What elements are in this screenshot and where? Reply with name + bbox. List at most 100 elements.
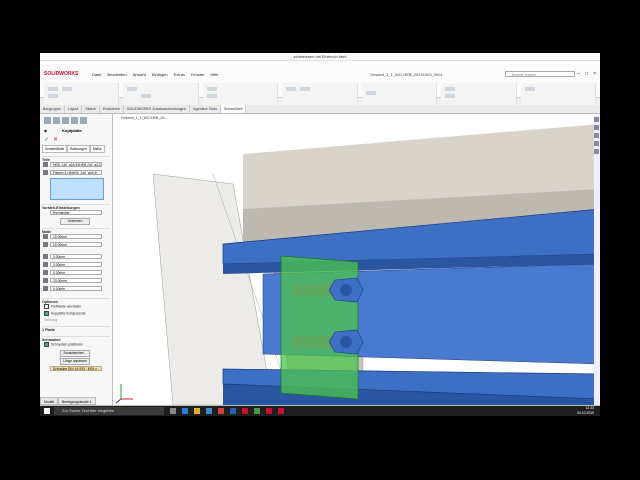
ribbon-group[interactable] xyxy=(441,83,517,105)
reverse-button[interactable]: Umkehren xyxy=(60,218,90,225)
edge-icon[interactable] xyxy=(182,408,188,414)
tab-model[interactable]: Modell xyxy=(40,397,58,405)
dim-field[interactable]: 20.00mm xyxy=(50,234,102,239)
store-icon[interactable] xyxy=(206,408,212,414)
dim-field[interactable]: 20.00mm xyxy=(50,242,102,247)
tab-evaluate[interactable]: Evaluieren xyxy=(100,105,124,113)
task-pane-icon[interactable] xyxy=(594,117,599,122)
dim-field[interactable]: 0.00mm xyxy=(50,262,102,267)
ribbon-group[interactable] xyxy=(44,83,120,105)
tab-sketch[interactable]: Skizze xyxy=(82,105,100,113)
task-pane-icon[interactable] xyxy=(594,149,599,154)
subtab-weldments[interactable]: Schweißteile xyxy=(42,145,68,153)
dim-icon xyxy=(43,262,48,267)
menu-help[interactable]: Hilfe xyxy=(211,72,219,77)
window-controls: – □ × xyxy=(577,71,596,77)
cancel-button[interactable]: ✕ xyxy=(53,136,58,143)
task-pane-bar xyxy=(594,114,600,405)
property-manager-icon[interactable] xyxy=(53,117,60,124)
dim-icon xyxy=(43,270,48,275)
dim-field[interactable]: 20.00mm xyxy=(50,278,102,283)
panel-toolbar xyxy=(44,117,87,124)
dimxpert-icon[interactable] xyxy=(71,117,78,124)
taskbar-search-input[interactable]: Zur Suche Text hier eingeben xyxy=(54,407,164,415)
dim-icon xyxy=(43,234,48,239)
option-label: Profilseite wechseln xyxy=(51,304,81,309)
task-pane-icon[interactable] xyxy=(594,133,599,138)
extra-tabs-button[interactable]: Zusatzlaschen... xyxy=(60,350,90,357)
feature-tree-icon[interactable] xyxy=(44,117,51,124)
tab-motion-study[interactable]: Bewegungsstudie 1 xyxy=(58,397,96,405)
tab-weldments[interactable]: Schweißteil xyxy=(221,105,247,113)
app-icon[interactable] xyxy=(254,408,260,414)
menu-file[interactable]: Datei xyxy=(92,72,101,77)
menu-bar: SOLIDWORKS Datei Bearbeiten Ansicht Einf… xyxy=(40,61,600,105)
bolt-select[interactable]: Schraube DIN 16-933 - M24 x xyxy=(50,366,102,371)
ribbon-group[interactable] xyxy=(282,83,358,105)
ok-button[interactable]: ✓ xyxy=(44,136,49,143)
windows-start-icon[interactable] xyxy=(44,408,50,414)
subtab-dimensions[interactable]: Maße xyxy=(89,145,105,153)
solidworks-taskbar-icon[interactable] xyxy=(242,408,248,414)
miter-label: Gehrung xyxy=(44,318,58,322)
dim-field[interactable]: 0.00mm xyxy=(50,254,102,259)
command-manager-tabs: Baugruppe Layout Skizze Evaluieren SOLID… xyxy=(40,105,600,114)
ribbon-group[interactable] xyxy=(361,83,438,105)
model-view xyxy=(115,124,600,405)
ribbon-group[interactable] xyxy=(123,83,199,105)
ribbon-group[interactable] xyxy=(520,83,596,105)
tab-addins[interactable]: SOLIDWORKS Zusatzanwendungen xyxy=(124,105,190,113)
property-manager: ◆ Kopfplatte ✓ ✕ Schweißteile Bohrungen … xyxy=(40,114,113,405)
offset-select[interactable]: Rechteckig xyxy=(50,210,102,215)
configuration-icon[interactable] xyxy=(62,117,69,124)
panel-subtabs: Schweißteile Bohrungen Maße xyxy=(42,145,105,153)
solidworks-logo: SOLIDWORKS xyxy=(44,71,79,77)
ribbon-group[interactable] xyxy=(202,83,279,105)
explorer-icon[interactable] xyxy=(194,408,200,414)
menu-edit[interactable]: Bearbeiten xyxy=(107,72,126,77)
panel-title: Kopfplatte xyxy=(62,128,82,133)
dim-icon xyxy=(43,286,48,291)
document-title: Gesamt_1_1_WO-HEB_20191003_0001 xyxy=(370,72,443,77)
solidworks-taskbar-icon[interactable] xyxy=(278,408,284,414)
part-field-2[interactable]: Fläche<1>@HEB_240_a01(4) xyxy=(50,170,102,175)
app-icon[interactable] xyxy=(230,408,236,414)
dim-field[interactable]: 0.00mm xyxy=(50,270,102,275)
maximize-button[interactable]: □ xyxy=(585,71,588,77)
windows-taskbar: Zur Suche Text hier eingeben 12:33 03.10… xyxy=(40,406,600,416)
face-icon xyxy=(43,170,48,175)
menu-window[interactable]: Fenster xyxy=(191,72,205,77)
subtab-holes[interactable]: Bohrungen xyxy=(67,145,90,153)
tab-layout[interactable]: Layout xyxy=(65,105,83,113)
close-button[interactable]: × xyxy=(593,71,596,77)
menu-view[interactable]: Ansicht xyxy=(133,72,146,77)
end-plate xyxy=(280,255,359,400)
command-search-input[interactable]: Befehle suchen xyxy=(505,71,575,77)
solidworks-window: schweissen mit Einbruch.html SOLIDWORKS … xyxy=(40,53,600,415)
dim-field[interactable]: 0.00mm xyxy=(50,286,102,291)
adjust-length-button[interactable]: Länge anpassen xyxy=(60,358,90,365)
graphics-viewport[interactable]: Gesamt_1_1_WO-HEB_20... xyxy=(113,114,600,405)
endcap-icon: ◆ xyxy=(44,128,48,133)
window-title: schweissen mit Einbruch.html xyxy=(293,54,347,59)
dim-icon xyxy=(43,278,48,283)
menu-insert[interactable]: Einfügen xyxy=(152,72,168,77)
tab-engineering-tools[interactable]: Ingenieur Tools xyxy=(190,105,222,113)
selection-listbox[interactable] xyxy=(50,178,104,200)
task-pane-icon[interactable] xyxy=(594,141,599,146)
bolt-checkbox[interactable]: Schrauben platzieren xyxy=(44,342,83,347)
app-icon[interactable] xyxy=(218,408,224,414)
menu-tools[interactable]: Extras xyxy=(174,72,185,77)
part-field-1[interactable]: HEB_240_a01(4)[HEB 240_a01]@Kopfplatte xyxy=(50,162,102,167)
display-manager-icon[interactable] xyxy=(80,117,87,124)
system-clock[interactable]: 12:33 03.10.2019 xyxy=(577,406,594,416)
solidworks-taskbar-icon[interactable] xyxy=(266,408,272,414)
minimize-button[interactable]: – xyxy=(577,71,580,77)
task-view-icon[interactable] xyxy=(170,408,176,414)
menu-list: Datei Bearbeiten Ansicht Einfügen Extras… xyxy=(92,72,219,77)
option-checkbox[interactable]: Kopplette-Komponente xyxy=(44,311,86,316)
title-bar: schweissen mit Einbruch.html xyxy=(40,53,600,61)
tab-assembly[interactable]: Baugruppe xyxy=(40,105,65,113)
option-checkbox[interactable]: Profilseite wechseln xyxy=(44,304,81,309)
task-pane-icon[interactable] xyxy=(594,125,599,130)
